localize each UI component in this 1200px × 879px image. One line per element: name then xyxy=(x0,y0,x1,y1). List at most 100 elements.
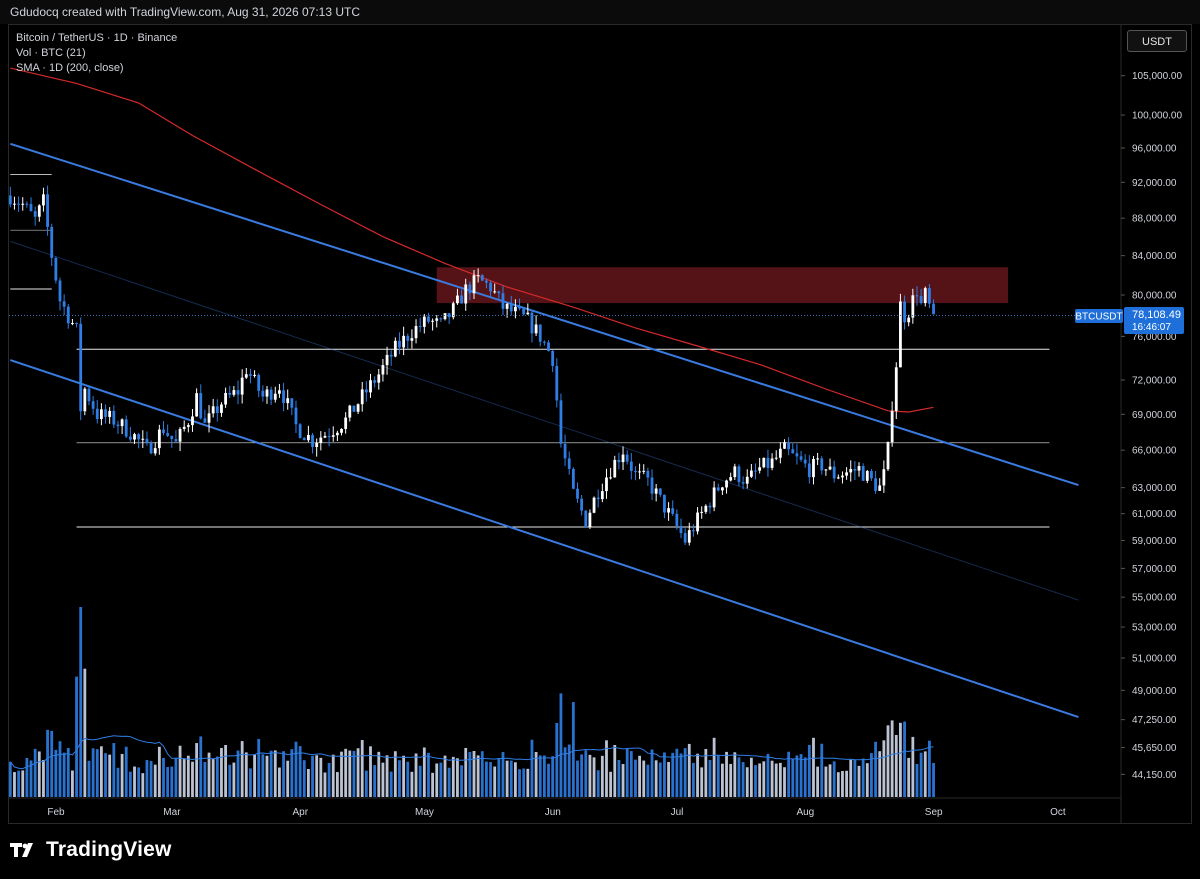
volume-bar xyxy=(13,772,16,797)
volume-bar xyxy=(46,729,49,797)
price-axis[interactable]: 105,000.00 100,000.00 96,000.00 92,000.00 88… xyxy=(1121,71,1182,781)
candle-body xyxy=(282,390,285,404)
candle-body xyxy=(762,457,766,468)
volume-bar xyxy=(95,749,99,797)
candle-body xyxy=(625,454,629,462)
volume-bar xyxy=(538,755,542,797)
time-tick-label: Sep xyxy=(925,807,943,818)
price-tick-label: 66,000.00 xyxy=(1132,446,1177,457)
candle-body xyxy=(849,469,853,473)
candle-body xyxy=(460,295,463,304)
volume-bar xyxy=(919,752,923,797)
currency-button[interactable]: USDT xyxy=(1127,30,1187,52)
volume-bar xyxy=(431,772,434,797)
volume-bar xyxy=(832,761,836,797)
candle-body xyxy=(278,390,281,394)
volume-bar xyxy=(629,751,633,797)
candle-body xyxy=(373,380,377,383)
time-tick-label: Jul xyxy=(671,807,684,818)
volume-bar xyxy=(654,760,658,797)
candle-body xyxy=(323,435,327,438)
volume-bar xyxy=(870,753,873,797)
candle-body xyxy=(385,354,389,366)
candle-body xyxy=(493,291,497,293)
candle-body xyxy=(712,487,716,508)
candle-body xyxy=(551,350,555,366)
candle-body xyxy=(824,469,828,471)
volume-bar xyxy=(435,763,439,797)
volume-bar xyxy=(21,770,25,797)
volume-bar xyxy=(737,757,741,797)
volume-bar xyxy=(729,763,733,797)
volume-bar xyxy=(464,747,468,797)
volume-bar xyxy=(207,752,211,797)
candle-body xyxy=(600,491,604,500)
volume-bar xyxy=(741,762,745,797)
candle-body xyxy=(91,401,95,409)
candle-body xyxy=(33,211,37,217)
candle-body xyxy=(414,326,418,339)
volume-bar xyxy=(340,751,343,797)
candle-body xyxy=(220,404,223,413)
candle-body xyxy=(224,392,227,405)
candle-body xyxy=(820,458,824,471)
candle-body xyxy=(472,275,476,294)
candle-body xyxy=(778,448,782,458)
legend-sma: SMA · 1D (200, close) xyxy=(16,62,124,74)
candle-body xyxy=(704,505,708,512)
time-tick-label: Oct xyxy=(1050,807,1066,818)
volume-bar xyxy=(518,769,521,797)
channel-upper-line[interactable] xyxy=(10,142,1079,487)
volume-bar xyxy=(456,758,459,797)
candle-body xyxy=(882,469,886,486)
volume-bar xyxy=(547,763,550,797)
candle-body xyxy=(182,426,186,429)
volume-bar xyxy=(42,759,45,797)
candle-body xyxy=(812,459,815,478)
candle-body xyxy=(489,282,492,292)
candle-body xyxy=(853,469,857,471)
channel-lower-line[interactable] xyxy=(10,359,1079,719)
volume-bar xyxy=(617,759,621,797)
volume-bar xyxy=(294,741,298,797)
candle-body xyxy=(327,435,331,437)
candle-body xyxy=(178,428,182,442)
candle-body xyxy=(787,442,791,450)
candle-body xyxy=(199,393,203,419)
candle-body xyxy=(547,342,550,351)
volume-sma-line xyxy=(9,735,934,770)
candle-body xyxy=(244,374,248,378)
candle-body xyxy=(58,280,62,302)
price-chart[interactable]: 105,000.00 100,000.00 96,000.00 92,000.00 88… xyxy=(0,0,1200,879)
price-tick-label: 45,650.00 xyxy=(1132,743,1177,754)
volume-bar xyxy=(422,747,426,797)
candle-body xyxy=(402,335,406,348)
volume-bar xyxy=(443,755,447,797)
volume-bar xyxy=(137,767,141,797)
tradingview-logo[interactable]: TradingView xyxy=(10,838,172,862)
candle-body xyxy=(865,471,869,481)
candle-body xyxy=(406,335,410,341)
volume-bar xyxy=(174,757,178,797)
price-tick-label: 69,000.00 xyxy=(1132,410,1177,421)
candle-body xyxy=(203,418,207,423)
volume-bar xyxy=(108,754,112,797)
volume-bar xyxy=(149,761,153,797)
candle-body xyxy=(71,323,74,325)
volume-bar xyxy=(505,760,509,797)
candle-body xyxy=(725,480,728,488)
candle-body xyxy=(621,454,625,463)
volume-bar xyxy=(580,754,584,797)
volume-bar xyxy=(418,765,422,797)
volume-bar xyxy=(265,755,269,797)
candle-body xyxy=(128,436,132,440)
time-axis[interactable]: Feb Mar Apr May Jun Jul Aug Sep Oct xyxy=(47,807,1065,818)
volume-bar xyxy=(497,758,501,797)
volume-bar xyxy=(87,760,91,797)
volume-bar xyxy=(841,771,844,797)
candle-body xyxy=(62,301,66,307)
volume-bar xyxy=(853,759,857,797)
volume-bar xyxy=(592,757,596,797)
volume-bar xyxy=(600,755,604,797)
volume-bar xyxy=(79,607,83,797)
